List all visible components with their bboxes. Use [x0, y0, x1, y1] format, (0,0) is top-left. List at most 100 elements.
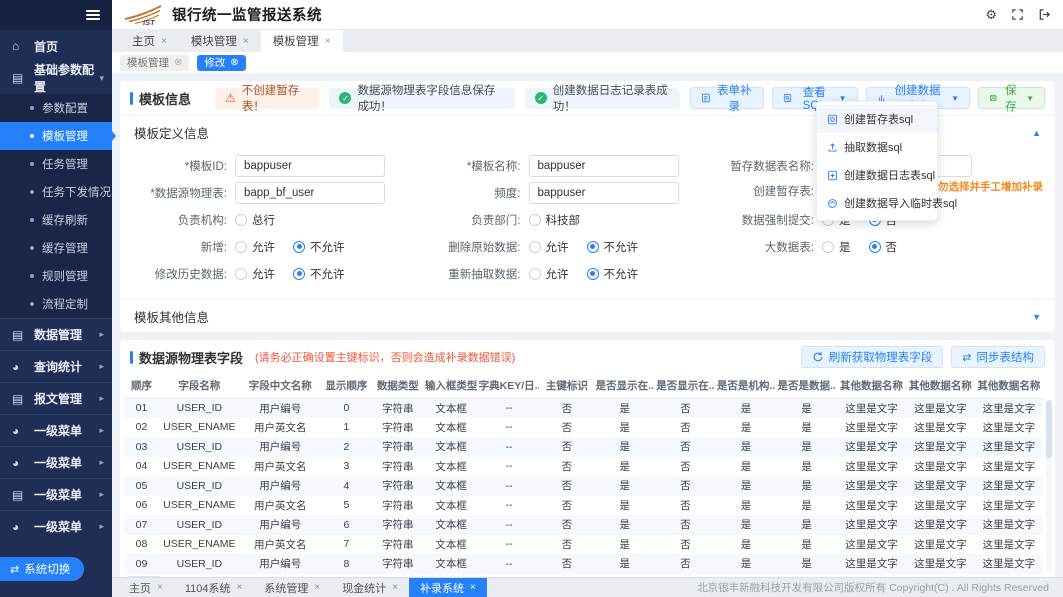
sidebar-item-label: 流程定制 [42, 296, 88, 312]
breadcrumb-chip-template-mgmt[interactable]: 模板管理⊗ [120, 55, 189, 71]
bottom-tab-home[interactable]: 主页× [118, 578, 174, 597]
fullscreen-icon[interactable] [1011, 8, 1024, 21]
collapse-down-icon[interactable]: ▼ [1032, 312, 1041, 322]
sidebar-item-template-mgmt[interactable]: 模板管理 [0, 122, 112, 150]
source-physical-table-field[interactable] [235, 182, 385, 204]
bottom-tab-supplement-sys[interactable]: 补录系统× [409, 578, 487, 597]
close-icon[interactable]: × [243, 36, 249, 47]
menu-item-create-staging-sql[interactable]: 创建暂存表sql [817, 105, 937, 133]
column-header[interactable]: 字段中文名称 [240, 374, 321, 398]
section-template-other-info[interactable]: 模板其他信息 ▼ [120, 299, 1055, 332]
close-icon[interactable]: × [157, 582, 163, 593]
table-row[interactable]: 05 USER_ID 用户编号 4 字符串 文本框 -- 否 是 否 [124, 476, 1043, 496]
sync-structure-button[interactable]: ⇄ 同步表结构 [951, 346, 1045, 368]
template-id-field[interactable] [235, 155, 385, 177]
radio-org-headoffice[interactable]: 总行 [235, 212, 275, 228]
radio-delete-allow[interactable]: 允许 [529, 239, 569, 255]
radio-bigtable-no[interactable]: 否 [869, 239, 898, 255]
column-header[interactable]: 显示顺序 [321, 374, 372, 398]
sidebar-item-level1-menu-4[interactable]: ◕ 一级菜单 ▸ [0, 510, 112, 542]
menu-item-create-import-temp-table-sql[interactable]: 创建数据导入临时表sql [817, 189, 937, 217]
sidebar-item-task-mgmt[interactable]: 任务管理 [0, 150, 112, 178]
sidebar-item-message-mgmt[interactable]: ▤ 报文管理 ▸ [0, 382, 112, 414]
table-row[interactable]: 01 USER_ID 用户编号 0 字符串 文本框 -- 否 是 否 [124, 398, 1043, 418]
sidebar-item-cache-refresh[interactable]: 缓存刷新 [0, 206, 112, 234]
chevron-down-icon: ▾ [99, 73, 104, 84]
breadcrumb-chip-edit[interactable]: 修改⊗ [197, 55, 245, 71]
collapse-up-icon[interactable]: ▲ [1032, 128, 1041, 138]
column-header[interactable]: 是否显示在.. [655, 374, 716, 398]
sidebar-item-task-dispatch[interactable]: 任务下发情况 [0, 178, 112, 206]
column-header[interactable]: 字段名称 [159, 374, 240, 398]
radio-add-deny[interactable]: 不允许 [293, 239, 345, 255]
sidebar-item-cache-mgmt[interactable]: 缓存管理 [0, 234, 112, 262]
bottom-tab-sysmgmt[interactable]: 系统管理× [253, 578, 331, 597]
system-switch-button[interactable]: ⇄ 系统切换 [0, 557, 84, 581]
table-row[interactable]: 06 USER_ENAME 用户英文名 5 字符串 文本框 -- 否 是 否 [124, 496, 1043, 516]
column-header[interactable]: 顺序 [124, 374, 159, 398]
radio-add-allow[interactable]: 允许 [235, 239, 275, 255]
column-header[interactable]: 其他数据名称 [906, 374, 975, 398]
sidebar-item-level1-menu-2[interactable]: ◕ 一级菜单 ▸ [0, 446, 112, 478]
radio-reextract-allow[interactable]: 允许 [529, 266, 569, 282]
radio-delete-deny[interactable]: 不允许 [587, 239, 639, 255]
sidebar-item-param-config[interactable]: 参数配置 [0, 94, 112, 122]
scrollbar-thumb[interactable] [1046, 400, 1052, 458]
close-circle-icon[interactable]: ⊗ [174, 57, 182, 68]
table-row[interactable]: 09 USER_ID 用户编号 8 字符串 文本框 -- 否 是 否 [124, 554, 1043, 574]
column-header[interactable]: 是否是机构.. [716, 374, 777, 398]
vertical-scrollbar[interactable] [1046, 400, 1052, 572]
bottom-tab-cashstats[interactable]: 现金统计× [331, 578, 409, 597]
close-icon[interactable]: × [161, 36, 167, 47]
radio-modify-deny[interactable]: 不允许 [293, 266, 345, 282]
close-icon[interactable]: × [470, 582, 476, 593]
sidebar-item-query-stats[interactable]: ◕ 查询统计 ▸ [0, 350, 112, 382]
collapse-sidebar-icon[interactable] [86, 8, 100, 22]
column-header[interactable]: 其他数据名称 [975, 374, 1043, 398]
table-row[interactable]: 08 USER_ENAME 用户英文名 7 字符串 文本框 -- 否 是 否 [124, 535, 1043, 555]
tab-module-mgmt[interactable]: 模块管理× [179, 30, 261, 52]
column-header[interactable]: 其他数据名称 [837, 374, 906, 398]
menu-item-create-log-table-sql[interactable]: 创建数据日志表sql [817, 161, 937, 189]
column-header[interactable]: 是否显示在.. [594, 374, 655, 398]
radio-icon [529, 241, 541, 253]
refresh-fields-button[interactable]: 刷新获取物理表字段 [801, 346, 944, 368]
sidebar-item-level1-menu-1[interactable]: ◕ 一级菜单 ▸ [0, 414, 112, 446]
column-header[interactable]: 字典KEY/日.. [479, 374, 540, 398]
bottom-tab-1104[interactable]: 1104系统× [174, 578, 254, 597]
menu-item-extract-data-sql[interactable]: 抽取数据sql [817, 133, 937, 161]
column-header[interactable]: 输入框类型 [424, 374, 479, 398]
sidebar-item-data-mgmt[interactable]: ▤ 数据管理 ▸ [0, 318, 112, 350]
radio-bigtable-yes[interactable]: 是 [822, 239, 851, 255]
save-button[interactable]: 保存▼ [978, 87, 1045, 109]
column-header[interactable]: 主键标识 [539, 374, 594, 398]
tab-template-mgmt[interactable]: 模板管理× [261, 30, 343, 52]
settings-gear-icon[interactable]: ⚙ [985, 8, 997, 21]
form-supplement-button[interactable]: 表单补录 [690, 87, 764, 109]
horizontal-scrollbar[interactable] [126, 576, 1049, 578]
logout-icon[interactable] [1038, 8, 1051, 21]
sidebar-item-home[interactable]: ⌂ 首页 [0, 30, 112, 62]
scrollbar-thumb[interactable] [126, 576, 162, 578]
sidebar-item-process-custom[interactable]: 流程定制 [0, 290, 112, 318]
table-row[interactable]: 02 USER_ENAME 用户英文名 1 字符串 文本框 -- 否 是 否 [124, 418, 1043, 438]
sidebar-item-rule-mgmt[interactable]: 规则管理 [0, 262, 112, 290]
column-header[interactable]: 数据类型 [372, 374, 423, 398]
frequency-field[interactable] [529, 182, 679, 204]
radio-dept-tech[interactable]: 科技部 [529, 212, 581, 228]
tab-home[interactable]: 主页× [120, 30, 179, 52]
template-name-field[interactable] [529, 155, 679, 177]
sidebar-item-level1-menu-3[interactable]: ▤ 一级菜单 ▸ [0, 478, 112, 510]
close-icon[interactable]: × [325, 36, 331, 47]
table-row[interactable]: 03 USER_ID 用户编号 2 字符串 文本框 -- 否 是 否 [124, 437, 1043, 457]
radio-modify-allow[interactable]: 允许 [235, 266, 275, 282]
table-row[interactable]: 04 USER_ENAME 用户英文名 3 字符串 文本框 -- 否 是 否 [124, 457, 1043, 477]
close-circle-icon[interactable]: ⊗ [230, 57, 238, 68]
radio-reextract-deny[interactable]: 不允许 [587, 266, 639, 282]
close-icon[interactable]: × [392, 582, 398, 593]
sidebar-group-base-params[interactable]: ▤ 基础参数配置 ▾ [0, 62, 112, 94]
column-header[interactable]: 是否是数据.. [776, 374, 837, 398]
table-row[interactable]: 07 USER_ID 用户编号 6 字符串 文本框 -- 否 是 否 [124, 515, 1043, 535]
close-icon[interactable]: × [237, 582, 243, 593]
close-icon[interactable]: × [314, 582, 320, 593]
